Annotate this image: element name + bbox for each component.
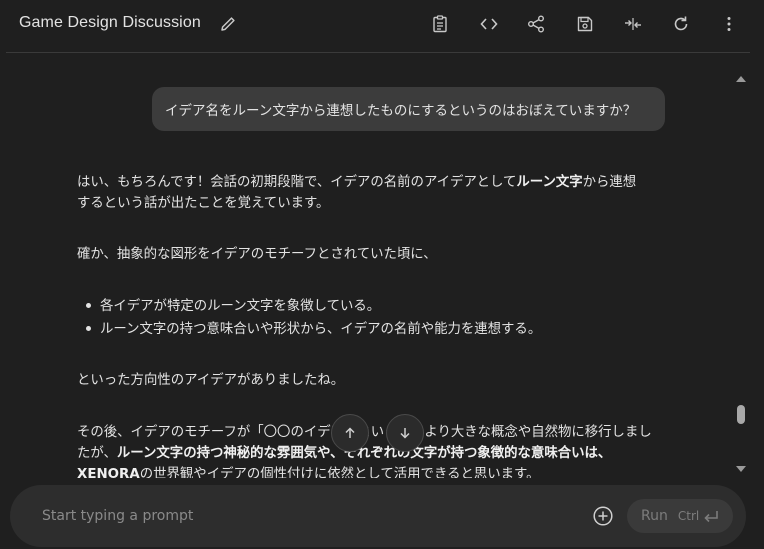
- run-label: Run: [641, 508, 668, 524]
- enter-key-icon: [704, 511, 719, 523]
- triangle-down-icon: [736, 466, 746, 472]
- prompt-input[interactable]: [42, 505, 562, 527]
- scroll-down-button[interactable]: [735, 459, 747, 472]
- app-window: Game Design Discussion イデア名をルーン文字から連想したも…: [0, 0, 764, 549]
- refresh-button[interactable]: [670, 13, 692, 35]
- refresh-icon: [674, 16, 688, 31]
- response-paragraph-4-line-3: XENORAの世界観やイデアの個性付けに依然として活用できると思います。: [77, 467, 540, 478]
- next-message-button[interactable]: [386, 414, 424, 452]
- compare-button[interactable]: [622, 13, 644, 35]
- add-circle-icon: [593, 506, 613, 526]
- response-paragraph-1-line-2: するという話が出たことを覚えています。: [77, 196, 330, 211]
- header: Game Design Discussion: [0, 0, 764, 52]
- page-title: Game Design Discussion: [19, 14, 201, 31]
- compare-icon: [625, 18, 641, 30]
- prompt-bar: Run Ctrl: [10, 485, 746, 547]
- save-icon: [577, 16, 593, 32]
- scroll-up-button[interactable]: [735, 69, 747, 82]
- bullet-item-1: 各イデアが特定のルーン文字を象徴している。: [100, 299, 381, 314]
- response-paragraph-3: といった方向性のアイデアがありましたね。: [77, 373, 345, 388]
- save-button[interactable]: [574, 13, 596, 35]
- more-icon: [727, 17, 731, 31]
- response-paragraph-1-line-1: はい、もちろんです！会話の初期段階で、イデアの名前のアイデアとしてルーン文字から…: [77, 175, 637, 190]
- bullet-dot: [86, 303, 91, 308]
- more-options-button[interactable]: [718, 13, 740, 35]
- share-icon: [528, 15, 544, 33]
- triangle-up-icon: [736, 76, 746, 82]
- arrow-down-icon: [400, 428, 410, 439]
- user-message: イデア名をルーン文字から連想したものにするというのはおぼえていますか？: [152, 87, 665, 131]
- previous-message-button[interactable]: [331, 414, 369, 452]
- prompt-details-button[interactable]: [429, 13, 451, 35]
- chat-area[interactable]: イデア名をルーン文字から連想したものにするというのはおぼえていますか？ はい、も…: [0, 53, 764, 478]
- add-media-button[interactable]: [592, 505, 614, 527]
- run-button[interactable]: Run Ctrl: [627, 499, 733, 533]
- share-button[interactable]: [525, 13, 547, 35]
- bullet-item-2: ルーン文字の持つ意味合いや形状から、イデアの名前や能力を連想する。: [100, 322, 542, 337]
- arrow-up-icon: [345, 427, 355, 438]
- edit-icon: [221, 17, 235, 31]
- bullet-dot: [86, 326, 91, 331]
- response-paragraph-2: 確か、抽象的な図形をイデアのモチーフとされていた頃に、: [77, 247, 437, 262]
- scrollbar-thumb[interactable]: [737, 405, 745, 424]
- run-shortcut: Ctrl: [677, 509, 700, 523]
- code-icon: [480, 18, 498, 30]
- clipboard-icon: [433, 15, 447, 33]
- edit-title-button[interactable]: [218, 14, 238, 34]
- get-code-button[interactable]: [478, 13, 500, 35]
